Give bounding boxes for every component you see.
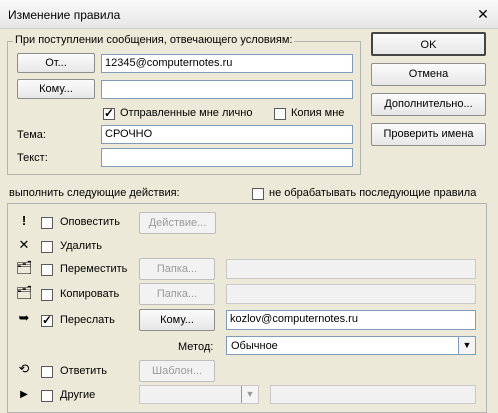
method-select-value: Обычное (231, 340, 278, 352)
notify-checkbox[interactable] (41, 217, 53, 229)
cc-me-checkbox[interactable] (274, 108, 286, 120)
method-select[interactable]: Обычное ▼ (226, 336, 476, 355)
reply-template-button[interactable]: Шаблон... (139, 360, 215, 382)
to-button[interactable]: Кому... (17, 79, 95, 99)
close-icon[interactable]: ✕ (476, 7, 490, 21)
copy-folder-button[interactable]: Папка... (139, 283, 215, 305)
copy-checkbox[interactable] (41, 289, 53, 301)
notify-label: Оповестить (60, 216, 120, 228)
from-input[interactable]: 12345@computernotes.ru (101, 54, 353, 73)
triangle-right-icon: ▶ (20, 389, 28, 400)
sent-to-me-label: Отправленные мне лично (120, 107, 253, 119)
conditions-group-title: При поступлении сообщения, отвечающего у… (13, 34, 295, 46)
from-button[interactable]: От... (17, 53, 95, 73)
delete-label: Удалить (60, 240, 102, 252)
ok-button[interactable]: OK (371, 32, 486, 56)
to-input[interactable] (101, 80, 353, 99)
actions-header: выполнить следующие действия: (9, 187, 180, 199)
subject-input[interactable]: СРОЧНО (101, 125, 353, 144)
chevron-down-icon[interactable]: ▼ (458, 337, 475, 354)
advanced-button[interactable]: Дополнительно... (371, 93, 486, 116)
window-title: Изменение правила (8, 8, 121, 22)
check-names-button[interactable]: Проверить имена (371, 123, 486, 146)
notify-action-button[interactable]: Действие... (139, 212, 216, 234)
body-label: Текст: (17, 152, 48, 164)
move-folder-button[interactable]: Папка... (139, 258, 215, 280)
x-delete-icon: ✕ (18, 237, 30, 252)
forward-icon: ➥ (18, 310, 30, 325)
cancel-button[interactable]: Отмена (371, 63, 486, 86)
forward-to-button[interactable]: Кому... (139, 309, 215, 331)
reply-icon: ⟲ (18, 361, 30, 376)
other-label: Другие (60, 389, 96, 401)
stop-processing-label: не обрабатывать последующие правила (269, 187, 477, 199)
reply-checkbox[interactable] (41, 366, 53, 378)
other-input[interactable] (270, 385, 476, 404)
title-bar: Изменение правила ✕ (0, 0, 498, 29)
other-select[interactable]: ▼ (139, 385, 259, 404)
other-checkbox[interactable] (41, 390, 53, 402)
move-label: Переместить (60, 263, 128, 275)
copy-label: Копировать (60, 288, 120, 300)
delete-checkbox[interactable] (41, 241, 53, 253)
method-label: Метод: (178, 341, 214, 353)
stop-processing-checkbox[interactable] (252, 188, 264, 200)
forward-to-input[interactable]: kozlov@computernotes.ru (226, 310, 476, 330)
move-checkbox[interactable] (41, 264, 53, 276)
sent-to-me-checkbox[interactable] (103, 106, 115, 120)
exclamation-icon: ! (21, 213, 27, 228)
subject-label: Тема: (17, 129, 46, 141)
actions-group (7, 203, 487, 413)
forward-label: Переслать (60, 314, 115, 326)
reply-label: Ответить (60, 365, 108, 377)
other-chevron-down-icon[interactable]: ▼ (241, 386, 258, 403)
move-folder-input[interactable] (226, 259, 476, 279)
body-input[interactable] (101, 148, 353, 167)
rule-edit-dialog: Изменение правила ✕ При поступлении сооб… (0, 0, 498, 413)
forward-checkbox[interactable] (41, 313, 53, 327)
move-folder-icon: 🗂 (16, 260, 33, 275)
cc-me-label: Копия мне (291, 107, 345, 119)
copy-folder-icon: 🗂 (16, 285, 33, 300)
copy-folder-input[interactable] (226, 284, 476, 304)
